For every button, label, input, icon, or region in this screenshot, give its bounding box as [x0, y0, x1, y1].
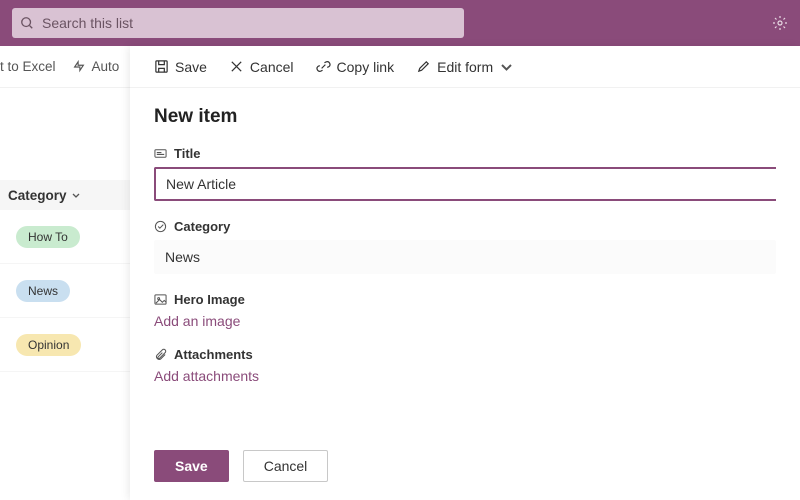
attachment-icon [154, 348, 167, 361]
save-button[interactable]: Save [154, 450, 229, 482]
field-label-hero-image: Hero Image [154, 292, 776, 307]
category-input[interactable] [154, 240, 776, 274]
field-label-title: Title [154, 146, 776, 161]
panel-heading: New item [154, 106, 776, 128]
add-image-link[interactable]: Add an image [154, 313, 776, 329]
toolbar-cancel[interactable]: Cancel [229, 59, 294, 75]
suite-header [0, 0, 800, 46]
title-input[interactable] [154, 167, 776, 201]
toolbar-edit-form[interactable]: Edit form [416, 59, 514, 75]
header-right [772, 15, 788, 31]
list-view-left: Category How To News Opinion [0, 88, 130, 500]
search-box[interactable] [12, 8, 464, 38]
close-icon [229, 59, 244, 74]
panel-footer: Save Cancel [130, 438, 800, 500]
panel-toolbar: Save Cancel Copy link Edit form [130, 46, 800, 88]
edit-icon [416, 59, 431, 74]
category-pill-news: News [16, 280, 70, 302]
cancel-button[interactable]: Cancel [243, 450, 329, 482]
field-label-attachments: Attachments [154, 347, 776, 362]
text-field-icon [154, 147, 167, 160]
image-field-icon [154, 293, 167, 306]
new-item-panel: Save Cancel Copy link Edit form New item… [130, 46, 800, 500]
export-excel-fragment[interactable]: t to Excel [0, 59, 56, 74]
chevron-down-icon [499, 59, 514, 74]
choice-field-icon [154, 220, 167, 233]
panel-body: New item Title Category Hero Image Add a… [130, 88, 800, 438]
search-input[interactable] [42, 15, 456, 31]
field-label-category: Category [154, 219, 776, 234]
search-icon [20, 16, 34, 30]
toolbar-save[interactable]: Save [154, 59, 207, 75]
column-header-category[interactable]: Category [0, 180, 130, 210]
category-pill-opinion: Opinion [16, 334, 81, 356]
settings-icon[interactable] [772, 15, 788, 31]
link-icon [316, 59, 331, 74]
add-attachments-link[interactable]: Add attachments [154, 368, 776, 384]
list-row[interactable]: How To [0, 210, 130, 264]
automate-fragment[interactable]: Auto [72, 59, 120, 74]
list-blank-area [0, 88, 130, 180]
list-row[interactable]: Opinion [0, 318, 130, 372]
chevron-down-icon [71, 190, 81, 200]
toolbar-copy-link[interactable]: Copy link [316, 59, 395, 75]
save-icon [154, 59, 169, 74]
list-row[interactable]: News [0, 264, 130, 318]
category-pill-howto: How To [16, 226, 80, 248]
